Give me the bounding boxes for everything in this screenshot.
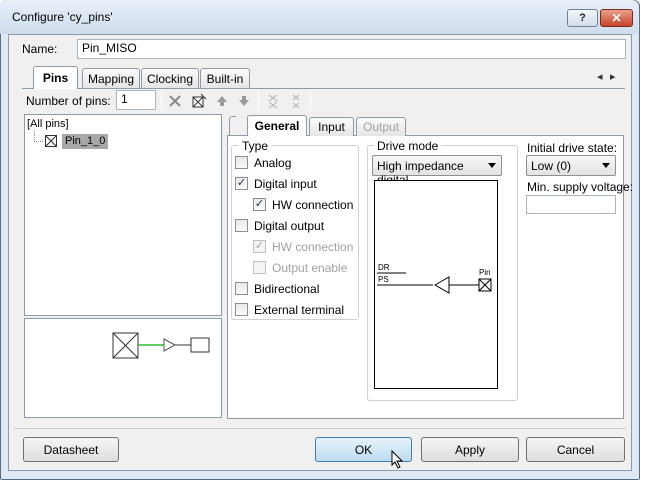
tab-pins[interactable]: Pins [33,66,78,89]
drive-mode-select[interactable]: High impedance digital [372,155,502,187]
min-supply-field[interactable] [526,195,616,214]
tab-scroll-left-icon[interactable]: ◂ [597,70,603,83]
num-pins-label: Number of pins: [26,94,111,108]
drive-mode-schematic [377,272,492,294]
cancel-button[interactable]: Cancel [526,437,625,462]
digital-input-label: Digital input [254,177,317,191]
help-button[interactable]: ? [567,9,598,27]
apply-button[interactable]: Apply [421,437,519,462]
pin-icon [44,134,58,148]
bidirectional-checkbox[interactable] [235,282,248,295]
min-supply-label: Min. supply voltage: [527,180,634,194]
add-pin-icon[interactable] [190,92,208,110]
move-down-icon[interactable] [235,92,253,110]
digital-input-checkbox[interactable]: ✓ [235,177,248,190]
tab-clocking[interactable]: Clocking [141,68,199,88]
datasheet-button[interactable]: Datasheet [23,437,119,462]
ungroup-icon[interactable] [287,92,305,110]
subtab-general[interactable]: General [247,115,307,136]
chevron-down-icon [488,163,496,168]
tab-mapping[interactable]: Mapping [82,68,140,88]
input-hw-connection-checkbox[interactable]: ✓ [253,198,266,211]
tab-scroll-right-icon[interactable]: ▸ [610,70,616,83]
drive-mode-legend: Drive mode [374,139,442,153]
subtab-output[interactable]: Output [356,117,406,136]
num-pins-field[interactable]: 1 [116,90,156,110]
toolbar-separator-2 [258,90,259,111]
name-label: Name: [22,42,58,56]
analog-label: Analog [254,156,292,170]
initial-drive-value: Low (0) [531,159,572,173]
output-enable-label: Output enable [272,261,348,275]
dr-label: DR [378,263,390,272]
tree-connector [34,131,43,142]
delete-icon[interactable] [166,92,184,110]
pin-symbol-preview [24,318,222,418]
bottom-divider [14,428,626,429]
bidirectional-label: Bidirectional [254,282,320,296]
output-hw-connection-checkbox[interactable]: ✓ [253,240,266,253]
toolbar-separator-3 [310,90,311,111]
initial-drive-label: Initial drive state: [527,141,618,155]
external-terminal-label: External terminal [254,303,345,317]
tree-item-pin-1-0[interactable]: Pin_1_0 [62,134,109,149]
pin-symbol-icon [112,332,210,359]
digital-output-label: Digital output [254,219,325,233]
toolbar-separator [161,90,162,111]
pin-label: Pin [479,268,491,277]
subtabs-edge [229,116,236,136]
chevron-down-icon [602,163,610,168]
group-icon[interactable] [264,92,282,110]
analog-checkbox[interactable] [235,156,248,169]
subtab-input[interactable]: Input [309,117,354,136]
window-title: Configure 'cy_pins' [12,10,113,24]
external-terminal-checkbox[interactable] [235,303,248,316]
name-field[interactable]: Pin_MISO [77,39,626,59]
drive-mode-diagram: DR PS Pin [374,180,498,389]
output-enable-checkbox[interactable] [253,261,266,274]
input-hw-connection-label: HW connection [272,198,354,212]
digital-output-checkbox[interactable] [235,219,248,232]
output-hw-connection-label: HW connection [272,240,354,254]
mouse-cursor-icon [391,449,405,470]
tab-built-in[interactable]: Built-in [200,68,250,88]
ps-label: PS [378,275,389,284]
tree-root[interactable]: [All pins] [27,118,69,130]
tabs-baseline [22,88,625,89]
type-legend: Type [239,139,272,153]
close-button[interactable]: ✕ [600,9,633,27]
move-up-icon[interactable] [213,92,231,110]
initial-drive-select[interactable]: Low (0) [526,155,616,176]
